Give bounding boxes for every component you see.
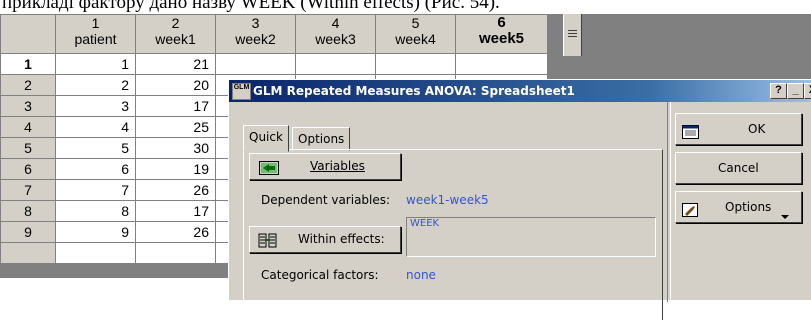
dependent-label: Dependent variables: (261, 193, 391, 207)
cell-empty[interactable] (375, 53, 456, 75)
column-header-week3[interactable]: 4 week3 (295, 14, 376, 54)
row-header[interactable]: 3 (0, 95, 56, 117)
cell-empty[interactable] (455, 53, 548, 75)
cell-empty[interactable] (135, 242, 216, 264)
column-name: patient (74, 31, 117, 47)
options-label: Options (725, 200, 772, 214)
column-name: week4 (395, 31, 436, 47)
variables-label: Variables (310, 159, 365, 173)
row-header[interactable]: 1 (0, 53, 56, 75)
cell-patient[interactable]: 1 (55, 53, 136, 75)
within-effects-button[interactable]: Within effects: (249, 226, 401, 253)
categorical-value: none (406, 268, 436, 282)
cell-patient[interactable]: 8 (55, 200, 136, 222)
column-number: 3 (251, 15, 260, 32)
within-effects-label: Within effects: (298, 232, 385, 246)
cell-week1[interactable]: 26 (135, 221, 216, 243)
dialog-title: GLM Repeated Measures ANOVA: Spreadsheet… (253, 84, 575, 98)
corner-cell[interactable] (0, 14, 56, 54)
cell-week1[interactable]: 26 (135, 179, 216, 201)
cell-empty[interactable] (295, 53, 376, 75)
column-number: 5 (411, 15, 420, 32)
column-header-patient[interactable]: 1 patient (55, 14, 136, 54)
dialog-titlebar[interactable]: GLM GLM Repeated Measures ANOVA: Spreads… (229, 80, 811, 102)
ok-button[interactable]: OK (675, 113, 802, 145)
column-header-week4[interactable]: 5 week4 (375, 14, 456, 54)
ok-label: OK (748, 122, 766, 136)
cell-empty[interactable] (55, 242, 136, 264)
cell-patient[interactable]: 7 (55, 179, 136, 201)
cell-patient[interactable]: 9 (55, 221, 136, 243)
cell-week1[interactable]: 25 (135, 116, 216, 138)
cell-patient[interactable]: 4 (55, 116, 136, 138)
row-header[interactable]: 7 (0, 179, 56, 201)
row-header[interactable]: 4 (0, 116, 56, 138)
cell-week1[interactable]: 20 (135, 74, 216, 96)
variables-icon (259, 159, 279, 175)
categorical-label: Categorical factors: (261, 268, 379, 282)
help-button[interactable]: ? (770, 83, 787, 99)
cell-week1[interactable]: 17 (135, 200, 216, 222)
variables-button[interactable]: Variables (249, 153, 401, 180)
cell-patient[interactable]: 3 (55, 95, 136, 117)
column-name: week1 (155, 31, 196, 47)
cancel-button[interactable]: Cancel (675, 152, 802, 184)
tab-quick[interactable]: Quick (243, 125, 289, 152)
cell-patient[interactable]: 2 (55, 74, 136, 96)
row-header[interactable]: 8 (0, 200, 56, 222)
ok-icon (682, 121, 702, 139)
column-name: week3 (315, 31, 356, 47)
minimize-button[interactable]: _ (787, 83, 804, 99)
within-effects-icon (258, 232, 278, 248)
row-header[interactable] (0, 242, 56, 264)
row-header[interactable]: 9 (0, 221, 56, 243)
column-name: week5 (478, 30, 525, 47)
row-header[interactable]: 6 (0, 158, 56, 180)
cell-week1[interactable]: 21 (135, 53, 216, 75)
column-header-week2[interactable]: 3 week2 (215, 14, 296, 54)
cell-patient[interactable]: 5 (55, 137, 136, 159)
column-name: week2 (235, 31, 276, 47)
cell-week1[interactable]: 30 (135, 137, 216, 159)
column-number: 2 (171, 15, 180, 32)
cancel-label: Cancel (718, 161, 759, 175)
glm-dialog: GLM GLM Repeated Measures ANOVA: Spreads… (228, 79, 811, 320)
column-splitter[interactable] (563, 14, 582, 56)
row-header[interactable]: 2 (0, 74, 56, 96)
dialog-separator (667, 102, 671, 302)
column-number: 1 (91, 15, 100, 32)
within-effects-value: WEEK (410, 218, 440, 229)
column-header-week1[interactable]: 2 week1 (135, 14, 216, 54)
cell-week1[interactable]: 19 (135, 158, 216, 180)
dependent-value: week1-week5 (406, 193, 489, 207)
column-header-week5[interactable]: 6 week5 (455, 14, 548, 54)
cell-empty[interactable] (215, 53, 296, 75)
row-header[interactable]: 5 (0, 137, 56, 159)
options-button[interactable]: Options (675, 191, 802, 223)
within-effects-field[interactable]: WEEK (406, 217, 656, 257)
cell-patient[interactable]: 6 (55, 158, 136, 180)
close-button[interactable]: X (804, 83, 811, 99)
column-number: 6 (497, 14, 506, 31)
cell-week1[interactable]: 17 (135, 95, 216, 117)
document-sentence: прикладі фактору дано назву WEEK (Within… (2, 0, 500, 13)
options-icon (682, 199, 702, 217)
column-number: 4 (331, 15, 340, 32)
dropdown-arrow-icon (780, 202, 790, 219)
glm-app-icon: GLM (232, 83, 251, 100)
tab-options[interactable]: Options (292, 127, 351, 151)
